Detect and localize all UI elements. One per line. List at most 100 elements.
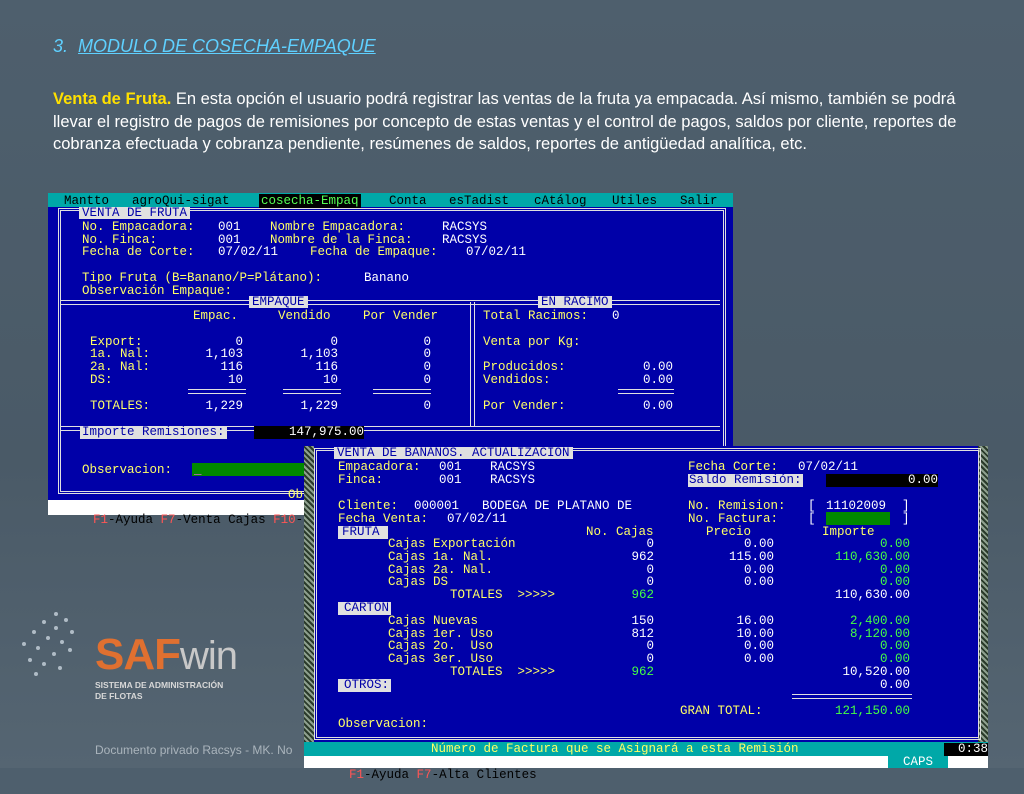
sum-line [188,389,246,394]
fruta-row-label: Cajas Exportación [388,537,516,551]
value-importe-remisiones[interactable]: 147,975.00 [254,426,364,439]
value-por-vender: 0.00 [642,399,673,413]
menu-catalog[interactable]: cAtálog [534,194,587,208]
sum-line [283,389,341,394]
label-fecha-corte: Fecha de Corte: [82,245,195,259]
value-tipo-fruta[interactable]: Banano [364,272,409,285]
col-empac: Empac. [193,309,239,323]
actualizacion-window: VENTA DE BANANOS. ACTUALIZACION Empacado… [304,446,988,781]
label-cliente: Cliente: [338,499,399,513]
no-factura-input[interactable] [826,512,890,525]
carton-row-label: Cajas 3er. Uso [388,652,494,666]
menu-salir[interactable]: Salir [680,194,718,208]
key-f10-desc: - [295,512,304,527]
menu-utiles[interactable]: Utiles [612,194,657,208]
row-por-vender: 0 [423,360,431,374]
row-label: 1a. Nal: [90,347,151,361]
fruta-row-precio[interactable]: 115.00 [704,551,774,564]
label-observacion: Observacion: [82,463,173,477]
fruta-row-precio[interactable]: 0.00 [704,538,774,551]
value-saldo-remision: 0.00 [826,474,938,487]
key-f7[interactable]: F7 [161,513,176,527]
logo-subtitle: SISTEMA DE ADMINISTRACIÓN DE FLOTAS [95,680,223,702]
en-racimo-title: EN RACIMO [538,296,612,308]
key-f7-desc: -Venta Cajas [175,512,274,527]
fruta-row-cajas[interactable]: 962 [604,551,654,564]
label-no-factura: No. Factura: [688,512,779,526]
key-f1-desc: -Ayuda [108,512,161,527]
menu-cosecha-empaq[interactable]: cosecha-Empaq [259,194,361,208]
key-f1-desc: -Ayuda [364,767,417,782]
row-vendido: 1,103 [300,347,338,361]
value-producidos: 0.00 [642,360,673,374]
row-empac: 10 [227,373,243,387]
row-por-vender: 0 [423,373,431,387]
carton-row-importe: 0.00 [879,639,910,653]
key-f1[interactable]: F1 [93,513,108,527]
sum-line [618,389,674,394]
value-finca-2[interactable]: 001 [439,474,462,487]
value-empacadora[interactable]: 001 [439,461,462,474]
key-f10[interactable]: F10 [273,513,296,527]
key-f1[interactable]: F1 [349,768,364,782]
bracket-close: ] [902,499,910,513]
value-fecha-corte[interactable]: 07/02/11 [218,246,278,259]
carton-label: CARTON [338,602,392,615]
value-finca-nombre-2: RACSYS [490,473,536,487]
key-f7[interactable]: F7 [417,768,432,782]
logo-saf: SAF [95,630,181,679]
section-number: 3. [53,36,69,56]
menu-conta[interactable]: Conta [389,194,427,208]
carton-row-precio[interactable]: 0.00 [704,653,774,666]
label-fecha-venta: Fecha Venta: [338,512,429,526]
value-empacadora-nombre: RACSYS [490,460,536,474]
value-gran-total: 121,150.00 [834,704,910,718]
fruta-row-importe: 0.00 [879,575,910,589]
carton-row-precio[interactable]: 0.00 [704,640,774,653]
value-no-empacadora[interactable]: 001 [218,221,241,234]
fruta-row-precio[interactable]: 0.00 [704,576,774,589]
value-cliente[interactable]: 000001 [414,500,459,513]
fruta-label: FRUTA [338,526,388,539]
menu-estadist[interactable]: esTadist [449,194,509,208]
logo-sub-line-1: SISTEMA DE ADMINISTRACIÓN [95,680,224,690]
row-empac: 1,103 [205,347,243,361]
row-label: DS: [90,373,113,387]
sum-line [373,389,431,394]
key-f7-desc: -Alta Clientes [431,767,537,782]
totales-empac: 1,229 [205,399,243,413]
hint-text: Número de Factura que se Asignará a esta… [431,742,799,756]
bracket-open: [ [808,512,816,526]
carton-row-cajas[interactable]: 150 [604,615,654,628]
value-fecha-empaque[interactable]: 07/02/11 [466,246,526,259]
row-vendido: 116 [315,360,338,374]
col-vendido: Vendido [278,309,331,323]
value-no-remision[interactable]: 11102009 [826,500,886,513]
label-no-remision: No. Remision: [688,499,786,513]
observacion-input[interactable] [192,463,304,476]
status-bar-2: F1-Ayuda F7-Alta Clientes CAPS [304,756,988,781]
totales-vendido: 1,229 [300,399,338,413]
label-fecha-corte-2: Fecha Corte: [688,460,779,474]
logo-win: win [180,634,238,678]
carton-row-cajas[interactable]: 0 [604,653,654,666]
value-fecha-venta[interactable]: 07/02/11 [447,513,507,526]
empaque-title: EMPAQUE [249,296,308,308]
carton-row-precio[interactable]: 16.00 [704,615,774,628]
fruta-row-cajas[interactable]: 0 [604,576,654,589]
fruta-row-importe: 0.00 [879,537,910,551]
actualizacion-title: VENTA DE BANANOS. ACTUALIZACION [334,447,573,459]
row-vendido: 10 [322,373,338,387]
row-empac: 116 [220,360,243,374]
value-otros[interactable]: 0.00 [814,679,910,692]
label-empacadora: Empacadora: [338,460,421,474]
fruta-totales-importe: 110,630.00 [834,588,910,602]
label-total-racimos: Total Racimos: [483,309,589,323]
clock: 0:38 [944,743,988,756]
main-menu-bar: Mantto agroQui-sigat cosecha-Empaq Conta… [48,193,733,208]
fruta-row-cajas[interactable]: 0 [604,538,654,551]
hatch-left [304,446,314,742]
carton-row-cajas[interactable]: 0 [604,640,654,653]
section-heading: 3. MODULO DE COSECHA-EMPAQUE [53,36,376,57]
footer-text: Documento privado Racsys - MK. No [95,743,293,757]
